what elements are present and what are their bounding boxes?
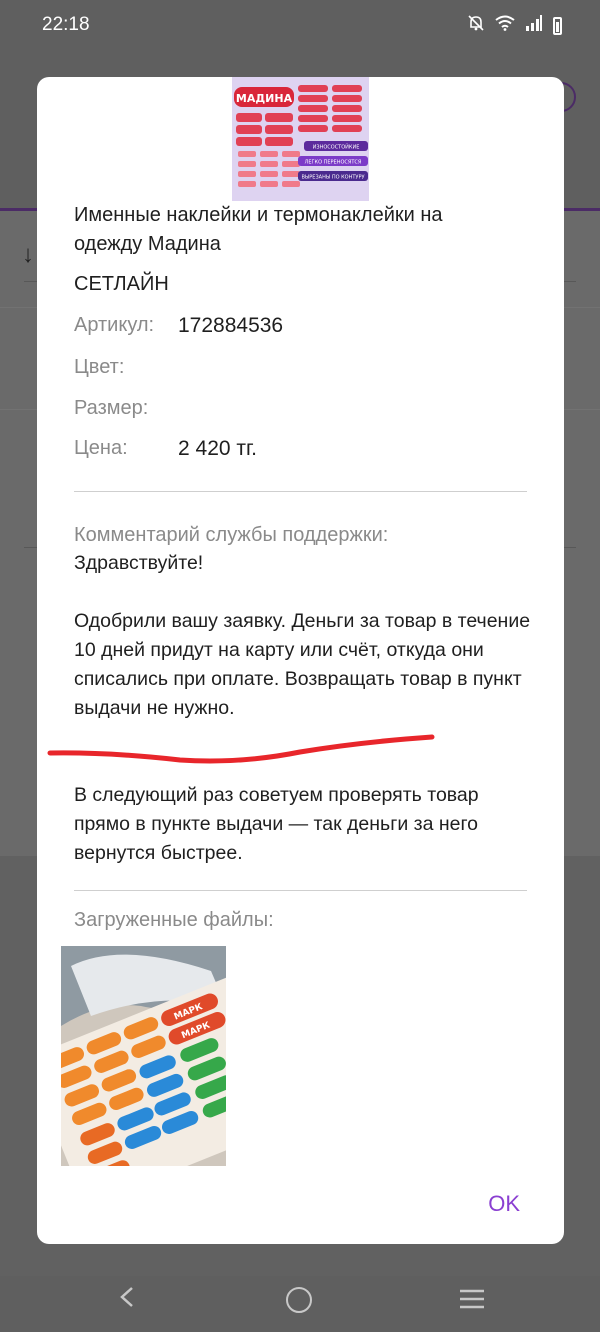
- status-bar: 22:18: [0, 0, 600, 56]
- product-brand: СЕТЛАЙН: [74, 273, 169, 295]
- recent-apps-icon[interactable]: [458, 1288, 486, 1310]
- article-value: 172884536: [178, 314, 284, 337]
- support-comment-label: Комментарий службы поддержки:: [74, 524, 389, 546]
- color-row: Цвет:: [74, 356, 124, 379]
- support-message-advice: В следующий раз советуем проверять товар…: [74, 784, 479, 864]
- wifi-icon: [495, 15, 515, 36]
- signal-icon: [525, 15, 543, 36]
- color-label: Цвет:: [74, 356, 125, 378]
- mute-icon: [467, 14, 485, 37]
- uploaded-photo-thumbnail[interactable]: МАРК МАРК: [61, 946, 226, 1166]
- status-time: 22:18: [42, 14, 90, 35]
- price-row: Цена: 2 420 тг.: [74, 437, 257, 460]
- product-title: Именные наклейки и термонаклейки на одеж…: [74, 204, 443, 255]
- divider: [74, 890, 527, 891]
- article-row: Артикул: 172884536: [74, 314, 283, 337]
- size-label: Размер:: [74, 397, 149, 419]
- article-label: Артикул:: [74, 314, 155, 336]
- svg-text:ВЫРЕЗАНЫ ПО КОНТУРУ: ВЫРЕЗАНЫ ПО КОНТУРУ: [301, 175, 364, 181]
- price-label: Цена:: [74, 437, 128, 459]
- svg-text:МАДИНА: МАДИНА: [236, 92, 293, 105]
- status-icons: [467, 14, 562, 37]
- uploaded-files-label: Загруженные файлы:: [74, 909, 274, 931]
- return-details-dialog: МАДИНА ИЗНОСОСТОЙКИЕ ЛЕГКО ПЕРЕНОСЯТСЯ В…: [37, 77, 564, 1244]
- svg-text:ИЗНОСОСТОЙКИЕ: ИЗНОСОСТОЙКИЕ: [313, 144, 360, 151]
- battery-icon: [553, 16, 562, 35]
- price-value: 2 420 тг.: [178, 437, 257, 460]
- home-icon[interactable]: [286, 1287, 312, 1313]
- back-icon[interactable]: [112, 1282, 142, 1312]
- background-sort-icon: ↓: [22, 241, 34, 268]
- ok-button[interactable]: OK: [488, 1191, 520, 1217]
- svg-text:ЛЕГКО ПЕРЕНОСЯТСЯ: ЛЕГКО ПЕРЕНОСЯТСЯ: [305, 160, 362, 166]
- divider: [74, 491, 527, 492]
- support-greeting: Здравствуйте!: [74, 552, 204, 574]
- navigation-bar: [0, 1262, 600, 1332]
- product-image: МАДИНА ИЗНОСОСТОЙКИЕ ЛЕГКО ПЕРЕНОСЯТСЯ В…: [232, 77, 369, 201]
- support-message-approval: Одобрили вашу заявку. Деньги за товар в …: [74, 610, 531, 719]
- size-row: Размер:: [74, 397, 148, 420]
